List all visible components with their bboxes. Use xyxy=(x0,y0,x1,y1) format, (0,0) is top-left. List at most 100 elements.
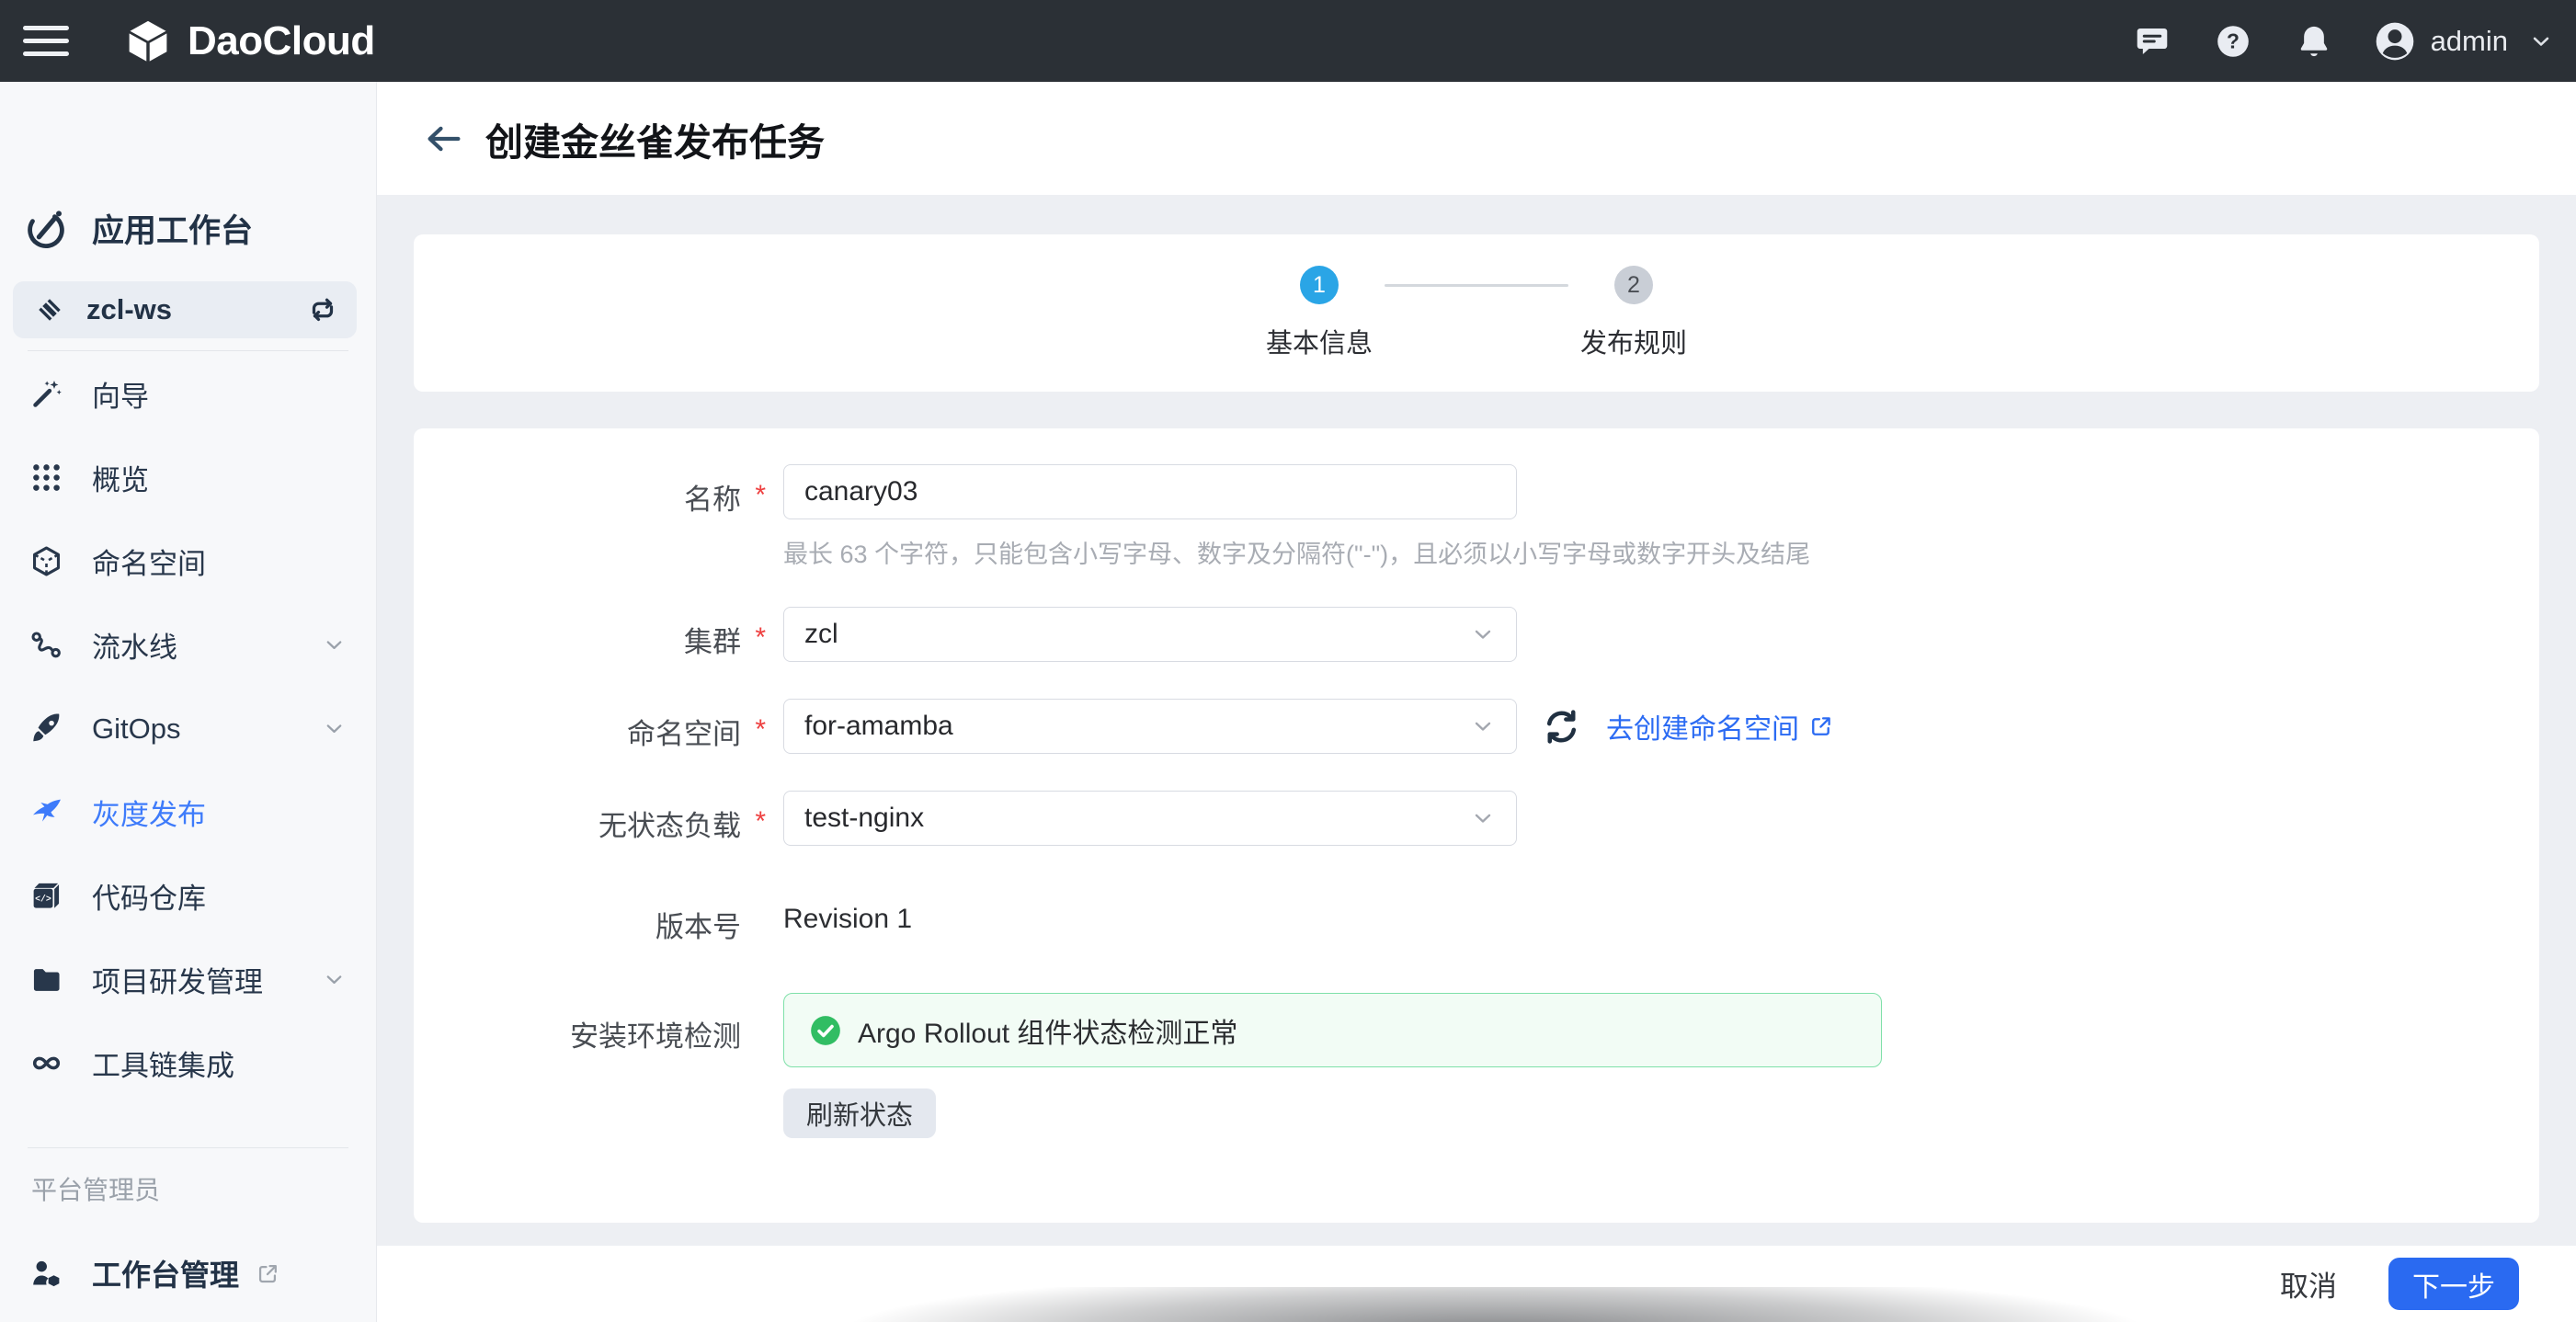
step-number[interactable]: 1 xyxy=(1300,266,1339,304)
form-row-name: 名称 最长 63 个字符，只能包含小写字母、数字及分隔符("-")，且必须以小写… xyxy=(414,464,2539,570)
stepper: 1 基本信息 2 发布规则 xyxy=(1232,266,1721,360)
folder-icon xyxy=(29,963,63,997)
stepper-card: 1 基本信息 2 发布规则 xyxy=(414,234,2539,392)
back-arrow-icon[interactable] xyxy=(425,122,463,155)
namespace-label: 命名空间 xyxy=(414,699,741,752)
sidebar-divider xyxy=(28,350,348,351)
step-label: 基本信息 xyxy=(1266,322,1373,360)
sidebar-app-workbench[interactable]: 应用工作台 xyxy=(24,205,253,252)
revision-label: 版本号 xyxy=(414,892,741,945)
bottom-shadow xyxy=(772,1287,2217,1322)
workspace-switch-icon[interactable] xyxy=(307,294,338,325)
refresh-namespaces-icon[interactable] xyxy=(1541,706,1582,747)
sidebar-item-toolchain[interactable]: 工具链集成 xyxy=(0,1021,376,1105)
check-circle-icon xyxy=(808,1013,843,1048)
step-connector xyxy=(1385,284,1568,287)
step-release-rules: 2 发布规则 xyxy=(1546,266,1721,360)
workload-select[interactable]: test-nginx xyxy=(783,791,1517,846)
namespace-select[interactable]: for-amamba xyxy=(783,699,1517,754)
sidebar-nav: 向导 概览 命名空间 xyxy=(0,352,376,1105)
chevron-down-icon xyxy=(1470,805,1496,831)
workspace-selector[interactable]: zcl-ws xyxy=(13,281,357,338)
workspace-cube-icon xyxy=(35,295,64,325)
topbar-actions: ? admin xyxy=(2091,20,2576,63)
refresh-status-button[interactable]: 刷新状态 xyxy=(783,1088,936,1138)
cube-outline-icon xyxy=(29,544,63,578)
form-card: 名称 最长 63 个字符，只能包含小写字母、数字及分隔符("-")，且必须以小写… xyxy=(414,428,2539,1223)
feedback-chat-icon[interactable] xyxy=(2133,22,2171,61)
infinity-icon xyxy=(29,1046,63,1080)
code-repo-icon: </> xyxy=(29,879,63,913)
external-link-icon xyxy=(256,1261,280,1286)
person-cube-icon xyxy=(29,1257,63,1291)
brand-name: DaoCloud xyxy=(188,18,375,64)
name-label: 名称 xyxy=(414,464,741,518)
env-check-status-box: Argo Rollout 组件状态检测正常 xyxy=(783,993,1882,1067)
create-namespace-link[interactable]: 去创建命名空间 xyxy=(1606,706,1834,746)
menu-hamburger-icon[interactable] xyxy=(23,26,71,56)
sidebar-item-project-mgmt[interactable]: 项目研发管理 xyxy=(0,938,376,1021)
topbar: DaoCloud ? xyxy=(0,0,2576,82)
chevron-down-icon xyxy=(322,633,347,657)
external-link-icon xyxy=(1808,713,1834,739)
rocket-icon xyxy=(29,712,63,746)
form-row-namespace: 命名空间 for-amamba xyxy=(414,699,2539,754)
chevron-down-icon xyxy=(1470,713,1496,739)
sidebar: 应用工作台 zcl-ws xyxy=(0,82,377,1322)
sidebar-item-overview[interactable]: 概览 xyxy=(0,436,376,519)
env-check-message: Argo Rollout 组件状态检测正常 xyxy=(858,1010,1237,1051)
page-title: 创建金丝雀发布任务 xyxy=(485,111,825,166)
grid-dots-icon xyxy=(29,461,63,495)
cancel-button[interactable]: 取消 xyxy=(2267,1254,2350,1314)
workload-label: 无状态负载 xyxy=(414,791,741,844)
action-bar: 取消 下一步 xyxy=(377,1246,2576,1322)
brand-logo[interactable]: DaoCloud xyxy=(124,17,375,65)
sidebar-item-pipeline[interactable]: 流水线 xyxy=(0,603,376,687)
sidebar-item-namespace[interactable]: 命名空间 xyxy=(0,519,376,603)
workload-select-value: test-nginx xyxy=(804,803,924,834)
cluster-select-value: zcl xyxy=(804,619,838,650)
chevron-down-icon xyxy=(322,716,347,741)
sidebar-item-code-repo[interactable]: </> 代码仓库 xyxy=(0,854,376,938)
page-header: 创建金丝雀发布任务 xyxy=(377,82,2576,195)
daocloud-cube-icon xyxy=(124,17,172,65)
revision-value: Revision 1 xyxy=(783,892,912,935)
sidebar-item-wizard[interactable]: 向导 xyxy=(0,352,376,436)
sidebar-divider xyxy=(28,1147,348,1148)
workspace-name: zcl-ws xyxy=(86,293,172,326)
form-row-workload: 无状态负载 test-nginx xyxy=(414,791,2539,846)
namespace-select-value: for-amamba xyxy=(804,711,953,742)
sidebar-item-gitops[interactable]: GitOps xyxy=(0,687,376,770)
notifications-bell-icon[interactable] xyxy=(2295,22,2333,61)
name-hint: 最长 63 个字符，只能包含小写字母、数字及分隔符("-")，且必须以小写字母或… xyxy=(783,534,1810,570)
avatar xyxy=(2374,20,2416,63)
form-row-revision: 版本号 Revision 1 xyxy=(414,892,2539,945)
cluster-label: 集群 xyxy=(414,607,741,660)
svg-text:?: ? xyxy=(2227,28,2240,52)
env-check-label: 安装环境检测 xyxy=(414,993,741,1054)
pipeline-icon xyxy=(29,628,63,662)
main-content: 创建金丝雀发布任务 1 基本信息 2 发布规则 名称 最长 63 个字符，只能包… xyxy=(377,82,2576,1322)
sidebar-section-label: 平台管理员 xyxy=(31,1170,160,1207)
step-label: 发布规则 xyxy=(1580,322,1687,360)
bird-icon xyxy=(29,795,63,829)
step-number[interactable]: 2 xyxy=(1614,266,1653,304)
help-icon[interactable]: ? xyxy=(2214,22,2252,61)
user-menu[interactable]: admin xyxy=(2374,20,2554,63)
form-row-cluster: 集群 zcl xyxy=(414,607,2539,662)
cluster-select[interactable]: zcl xyxy=(783,607,1517,662)
wand-icon xyxy=(29,377,63,411)
sidebar-item-canary-release[interactable]: 灰度发布 xyxy=(0,770,376,854)
sidebar-item-workbench-manage-label: 工作台管理 xyxy=(92,1252,239,1294)
sidebar-app-workbench-label: 应用工作台 xyxy=(92,205,253,252)
form-row-env-check: 安装环境检测 Argo Rollout 组件状态检测正常 刷新状态 xyxy=(414,993,2539,1138)
sidebar-item-workbench-manage[interactable]: 工作台管理 xyxy=(0,1240,376,1306)
step-basic-info: 1 基本信息 xyxy=(1232,266,1407,360)
name-input[interactable] xyxy=(783,464,1517,519)
next-step-button[interactable]: 下一步 xyxy=(2388,1258,2519,1310)
user-name: admin xyxy=(2431,25,2508,58)
chevron-down-icon xyxy=(2528,28,2554,54)
svg-text:</>: </> xyxy=(35,895,51,905)
chevron-down-icon xyxy=(1470,621,1496,647)
namespace-actions: 去创建命名空间 xyxy=(1541,699,1834,754)
